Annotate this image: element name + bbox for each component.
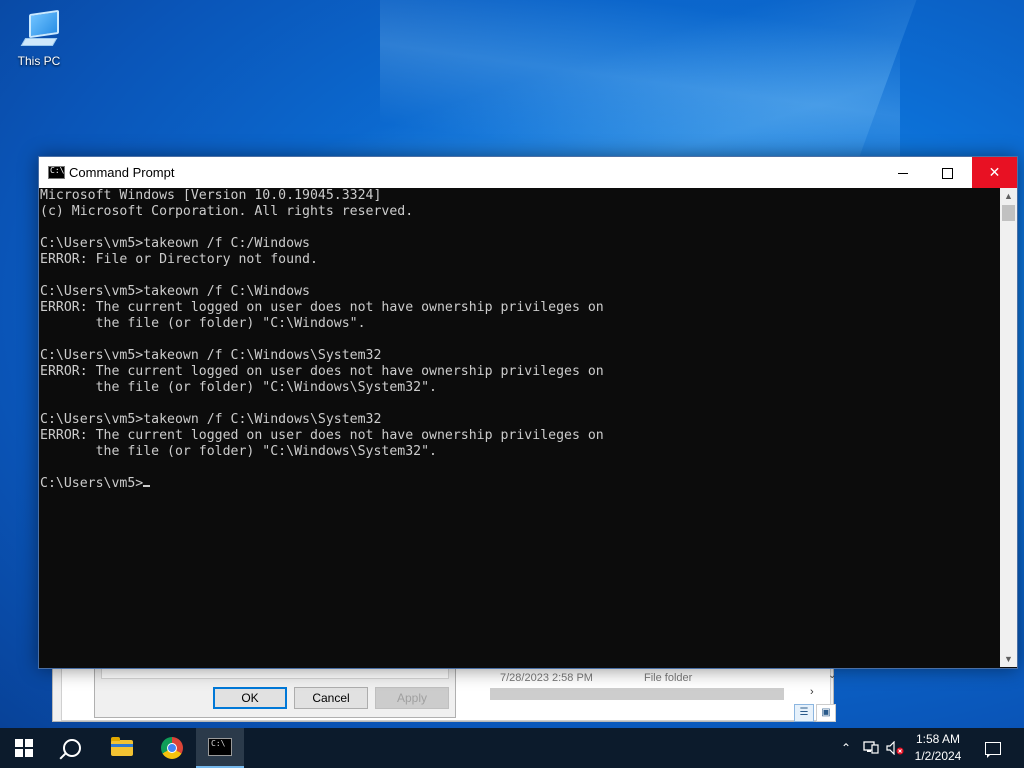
windows-logo-icon — [15, 739, 33, 757]
network-icon — [863, 741, 879, 754]
command-prompt-button[interactable]: C:\ — [196, 728, 244, 768]
desktop-icon-label: This PC — [17, 54, 61, 68]
file-explorer-button[interactable] — [98, 728, 146, 768]
action-center-button[interactable] — [978, 728, 1008, 768]
details-view-icon[interactable]: ☰ — [794, 704, 814, 722]
console-text: Microsoft Windows [Version 10.0.19045.33… — [40, 188, 604, 459]
search-button[interactable] — [48, 728, 96, 768]
console-output[interactable]: Microsoft Windows [Version 10.0.19045.33… — [40, 188, 998, 666]
apply-button[interactable]: Apply — [375, 687, 449, 709]
chevron-down-icon[interactable]: ⌄ — [828, 670, 836, 681]
window-title: Command Prompt — [69, 165, 175, 180]
scroll-down-icon[interactable]: ▼ — [1000, 651, 1017, 667]
minimize-icon — [897, 172, 908, 174]
start-button[interactable] — [0, 728, 48, 768]
folder-icon — [111, 737, 133, 756]
close-button[interactable]: ✕ — [972, 157, 1017, 188]
text-cursor — [143, 485, 151, 487]
notification-icon — [985, 741, 1001, 758]
chrome-icon — [161, 737, 183, 759]
clock[interactable]: 1:58 AM 1/2/2024 — [906, 731, 970, 765]
show-hidden-icons[interactable]: ⌃ — [836, 728, 856, 768]
taskbar: C:\ ⌃ 1:58 AM 1/2/2024 — [0, 728, 1024, 768]
scroll-up-icon[interactable]: ▲ — [1000, 188, 1017, 204]
maximize-button[interactable] — [925, 157, 970, 188]
chevron-up-icon: ⌃ — [840, 741, 852, 755]
scrollbar-thumb[interactable] — [1002, 205, 1015, 221]
volume-button[interactable] — [884, 728, 906, 768]
computer-icon — [19, 9, 59, 48]
network-button[interactable] — [860, 728, 882, 768]
close-icon: ✕ — [988, 164, 1001, 180]
minimize-button[interactable] — [880, 157, 925, 188]
cancel-button[interactable]: Cancel — [294, 687, 368, 709]
large-icons-view-icon[interactable]: ▣ — [816, 704, 836, 722]
command-prompt-line: C:\Users\vm5> — [40, 476, 144, 491]
maximize-icon — [942, 167, 953, 179]
clock-time: 1:58 AM — [915, 732, 961, 746]
cmd-icon: C:\ — [48, 166, 65, 179]
ok-button[interactable]: OK — [213, 687, 287, 709]
volume-muted-icon — [886, 741, 904, 755]
horizontal-scrollbar-thumb[interactable] — [490, 688, 784, 700]
file-date-modified: 7/28/2023 2:58 PM — [500, 672, 593, 684]
scroll-right-icon[interactable]: › — [810, 686, 814, 698]
command-prompt-window[interactable]: C:\ Command Prompt ✕ Microsoft Windows [… — [38, 156, 1018, 669]
file-type: File folder — [644, 672, 693, 684]
chrome-button[interactable] — [148, 728, 196, 768]
desktop-icon-this-pc[interactable]: This PC — [12, 9, 66, 68]
clock-date: 1/2/2024 — [914, 749, 962, 763]
properties-dialog[interactable]: OK Cancel Apply — [94, 662, 456, 718]
title-bar[interactable]: C:\ Command Prompt ✕ — [39, 157, 1017, 188]
vertical-scrollbar[interactable]: ▲ ▼ — [1000, 188, 1017, 667]
cmd-icon: C:\ — [208, 738, 232, 756]
search-icon — [63, 739, 81, 757]
